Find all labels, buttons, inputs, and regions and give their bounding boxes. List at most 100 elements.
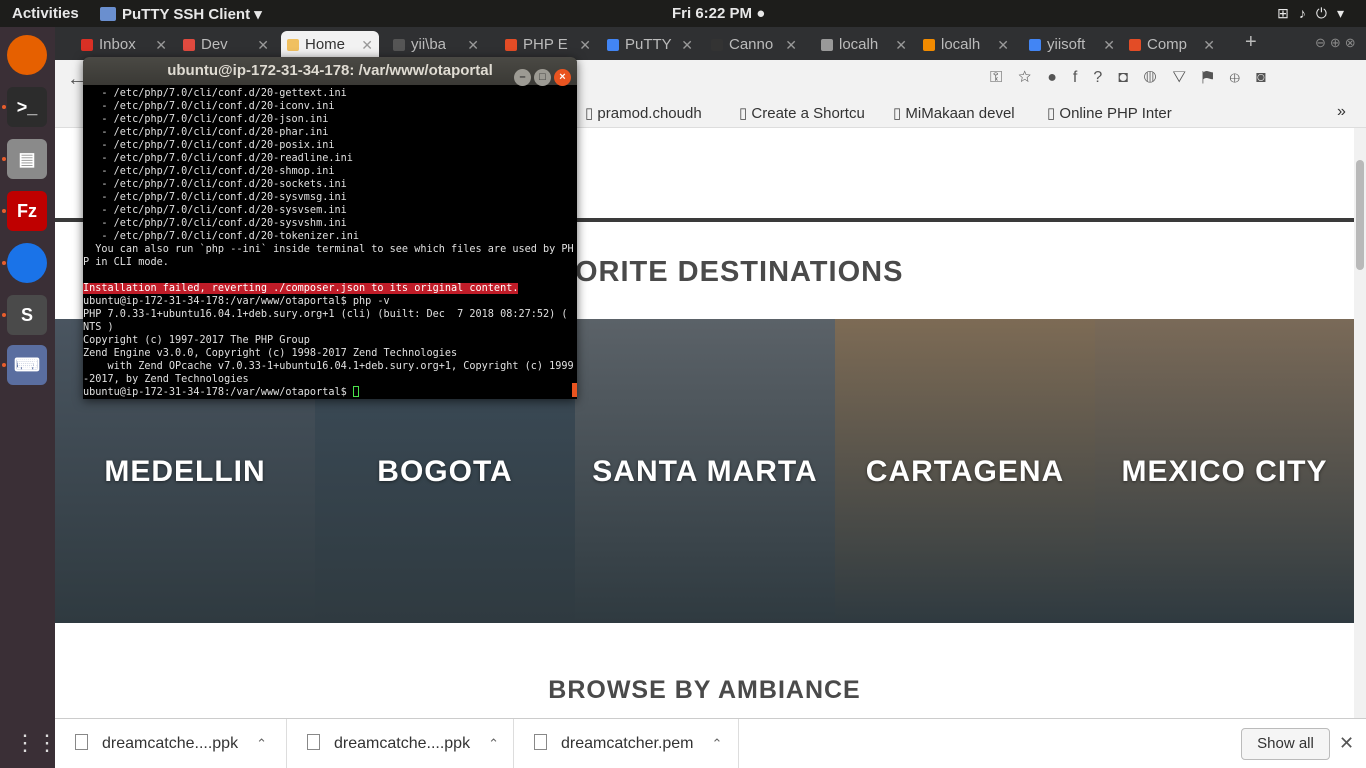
browser-tab[interactable]: PuTTY ✕ — [601, 31, 699, 60]
chrome-icon[interactable] — [7, 243, 47, 283]
downloads-bar: Show all ✕ dreamcatche....ppk ⌃ dreamcatch… — [55, 718, 1366, 768]
tab-favicon-icon — [821, 39, 833, 51]
clock[interactable]: Fri 6:22 PM ● — [672, 5, 765, 22]
download-filename: dreamcatche....ppk — [102, 735, 239, 752]
volume-icon: ♪ — [1298, 5, 1316, 21]
running-indicator — [2, 261, 6, 265]
tab-label: localh — [941, 36, 981, 53]
browse-ambiance-title: BROWSE BY AMBIANCE — [548, 676, 861, 704]
destination-name: CARTAGENA — [865, 455, 1065, 488]
tab-label: Home — [305, 36, 346, 53]
clock-text: Fri 6:22 PM — [672, 5, 753, 22]
browser-tab[interactable]: yii\ba ✕ — [387, 31, 485, 60]
minimize-icon[interactable]: – — [514, 69, 531, 86]
terminal-icon[interactable]: >_ — [7, 87, 47, 127]
power-icon: ⏻ — [1315, 5, 1337, 21]
chevron-up-icon[interactable]: ⌃ — [712, 736, 723, 751]
window-controls[interactable]: ⊖⊕⊗ — [1315, 35, 1360, 51]
system-menu[interactable]: ⊞♪⏻▾ — [1277, 5, 1354, 22]
bookmark-item[interactable]: pramod.choudh — [585, 104, 717, 122]
filezilla-icon[interactable]: Fz — [7, 191, 47, 231]
download-item[interactable]: dreamcatcher.pem ⌃ — [514, 719, 739, 768]
scrollbar-thumb[interactable] — [1356, 160, 1364, 270]
top-panel: Activities PuTTY SSH Client ▾ Fri 6:22 P… — [0, 0, 1366, 27]
tab-favicon-icon — [393, 39, 405, 51]
tab-label: yii\ba — [411, 36, 447, 53]
bookmarks-overflow-icon[interactable]: » — [1337, 103, 1346, 121]
tab-close-icon[interactable]: ✕ — [1203, 31, 1215, 59]
browser-tab[interactable]: yiisoft ✕ — [1023, 31, 1121, 60]
firefox-icon[interactable] — [7, 35, 47, 75]
terminal-output[interactable]: - /etc/php/7.0/cli/conf.d/20-gettext.ini… — [83, 85, 577, 399]
terminal-prompt: ubuntu@ip-172-31-34-178:/var/www/otaport… — [83, 387, 353, 398]
files-icon[interactable]: ▤ — [7, 139, 47, 179]
destination-card[interactable]: SANTA MARTA — [575, 319, 835, 623]
tab-close-icon[interactable]: ✕ — [361, 31, 373, 59]
terminal-cursor — [352, 386, 359, 397]
tab-favicon-icon — [923, 39, 935, 51]
tab-close-icon[interactable]: ✕ — [681, 31, 693, 59]
terminal-lines-after: ubuntu@ip-172-31-34-178:/var/www/otaport… — [83, 296, 574, 385]
tab-close-icon[interactable]: ✕ — [785, 31, 797, 59]
tab-favicon-icon — [711, 39, 723, 51]
tab-label: Dev — [201, 36, 228, 53]
browser-tab[interactable]: localh ✕ — [917, 31, 1015, 60]
browser-tab[interactable]: localh ✕ — [815, 31, 913, 60]
running-indicator — [2, 157, 6, 161]
putty-icon[interactable]: ⌨ — [7, 345, 47, 385]
browser-tab[interactable]: Comp ✕ — [1123, 31, 1221, 60]
download-item[interactable]: dreamcatche....ppk ⌃ — [55, 719, 287, 768]
show-all-button[interactable]: Show all — [1241, 728, 1330, 760]
tab-close-icon[interactable]: ✕ — [467, 31, 479, 59]
tab-close-icon[interactable]: ✕ — [257, 31, 269, 59]
destination-name: SANTA MARTA — [592, 455, 818, 488]
app-name: PuTTY SSH Client — [122, 6, 251, 23]
tab-strip: + ⊖⊕⊗ Inbox ✕ Dev ✕ Home ✕ yii\ba ✕ PHP E ✕ PuTTY ✕… — [55, 27, 1366, 60]
bookmark-item[interactable]: Create a Shortcu — [739, 104, 871, 122]
chevron-up-icon[interactable]: ⌃ — [256, 736, 267, 751]
terminal-lines-before: - /etc/php/7.0/cli/conf.d/20-gettext.ini… — [83, 88, 574, 268]
chevron-up-icon[interactable]: ⌃ — [488, 736, 499, 751]
extension-icons[interactable]: ⚿☆●f?◘◍▽⚑⊕◙ — [990, 69, 1282, 87]
tab-label: Comp — [1147, 36, 1188, 53]
running-indicator — [2, 313, 6, 317]
tab-favicon-icon — [287, 39, 299, 51]
tab-close-icon[interactable]: ✕ — [895, 31, 907, 59]
download-item[interactable]: dreamcatche....ppk ⌃ — [287, 719, 514, 768]
tab-close-icon[interactable]: ✕ — [997, 31, 1009, 59]
tab-label: localh — [839, 36, 879, 53]
browser-tab[interactable]: Home ✕ — [281, 31, 379, 60]
browser-tab[interactable]: Inbox ✕ — [75, 31, 173, 60]
tab-favicon-icon — [1029, 39, 1041, 51]
close-icon[interactable]: × — [554, 69, 571, 86]
running-indicator — [2, 363, 6, 367]
browser-tab[interactable]: Dev ✕ — [177, 31, 275, 60]
terminal-window[interactable]: ubuntu@ip-172-31-34-178: /var/www/otapor… — [83, 57, 577, 399]
download-filename: dreamcatche....ppk — [334, 735, 471, 752]
destination-card[interactable]: MEXICO CITY — [1095, 319, 1354, 623]
tab-close-icon[interactable]: ✕ — [155, 31, 167, 59]
maximize-icon[interactable]: □ — [534, 69, 551, 86]
running-indicator — [2, 105, 6, 109]
destination-card[interactable]: CARTAGENA — [835, 319, 1095, 623]
new-tab-button[interactable]: + — [1245, 31, 1257, 54]
activities-button[interactable]: Activities — [12, 5, 79, 22]
app-menu[interactable]: PuTTY SSH Client ▾ — [100, 5, 262, 23]
tab-close-icon[interactable]: ✕ — [579, 31, 591, 59]
download-filename: dreamcatcher.pem — [561, 735, 694, 752]
close-downloads-icon[interactable]: ✕ — [1339, 733, 1354, 754]
browser-tab[interactable]: PHP E ✕ — [499, 31, 597, 60]
destination-name: MEXICO CITY — [1121, 455, 1328, 488]
terminal-titlebar[interactable]: ubuntu@ip-172-31-34-178: /var/www/otapor… — [83, 57, 577, 86]
sublime-icon[interactable]: S — [7, 295, 47, 335]
file-icon — [307, 734, 320, 750]
bookmark-item[interactable]: Online PHP Inter — [1047, 104, 1179, 122]
show-applications-icon[interactable]: ⋮⋮ — [14, 730, 58, 756]
destination-name: MEDELLIN — [104, 455, 266, 488]
bookmark-item[interactable]: MiMakaan devel — [893, 104, 1025, 122]
browser-tab[interactable]: Canno ✕ — [705, 31, 803, 60]
page-scrollbar[interactable] — [1354, 128, 1366, 718]
tab-favicon-icon — [183, 39, 195, 51]
tab-close-icon[interactable]: ✕ — [1103, 31, 1115, 59]
tab-favicon-icon — [607, 39, 619, 51]
